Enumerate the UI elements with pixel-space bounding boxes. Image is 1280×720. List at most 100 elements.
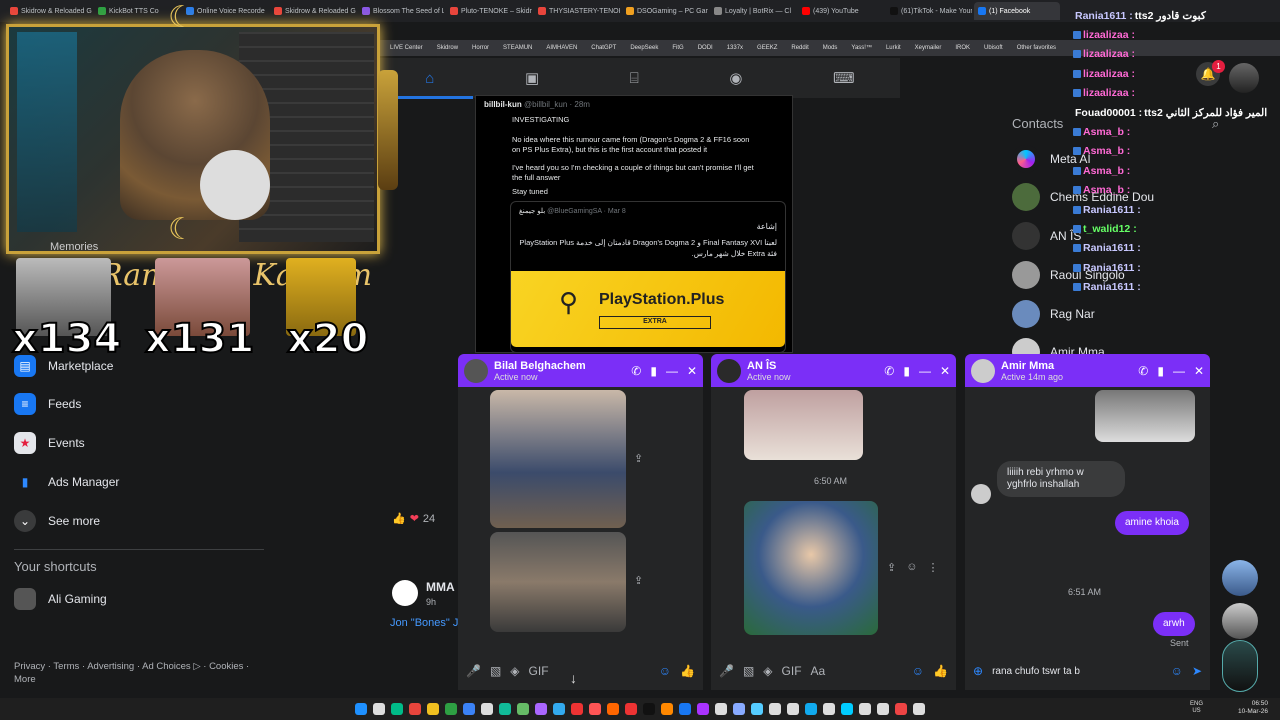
taskbar-app-icon[interactable] xyxy=(787,703,799,715)
taskbar-app-icon[interactable] xyxy=(373,703,385,715)
close-icon[interactable]: ✕ xyxy=(687,364,697,378)
chat-header[interactable]: AN ÎS Active now ✆ ▮ — ✕ xyxy=(711,354,956,387)
bookmark-item[interactable]: Mods xyxy=(823,45,838,51)
chat-head-avatar[interactable] xyxy=(1222,603,1258,639)
share-icon[interactable]: ⇪ xyxy=(887,561,896,574)
bookmark-item[interactable]: Lurkit xyxy=(886,45,901,51)
thumbs-up-icon[interactable]: 👍 xyxy=(680,664,695,678)
chat-photo[interactable] xyxy=(490,532,626,632)
video-icon[interactable]: ▮ xyxy=(903,364,910,378)
taskbar-app-icon[interactable] xyxy=(733,703,745,715)
chat-header[interactable]: Amir Mma Active 14m ago ✆ ▮ — ✕ xyxy=(965,354,1210,387)
send-icon[interactable]: ➤ xyxy=(1192,664,1202,678)
page-avatar[interactable] xyxy=(392,580,418,606)
taskbar-app-icon[interactable] xyxy=(661,703,673,715)
profile-avatar[interactable] xyxy=(1229,63,1259,93)
image-icon[interactable]: ▧ xyxy=(490,664,501,678)
sidebar-item-marketplace[interactable]: ▤ Marketplace xyxy=(14,355,113,377)
bookmark-item[interactable]: DeepSeek xyxy=(630,45,658,51)
emoji-icon[interactable]: ☺ xyxy=(1171,664,1183,678)
browser-tab[interactable]: DSOGaming – PC Gam xyxy=(622,2,708,20)
browser-tab[interactable]: Pluto-TENOKE – Skidro xyxy=(446,2,532,20)
chat-photo[interactable] xyxy=(490,390,626,528)
taskbar-app-icon[interactable] xyxy=(517,703,529,715)
react-icon[interactable]: ☺ xyxy=(906,561,917,574)
taskbar-app-icon[interactable] xyxy=(427,703,439,715)
taskbar-app-icon[interactable] xyxy=(535,703,547,715)
post-author[interactable]: MMA xyxy=(426,580,455,594)
chat-photo[interactable] xyxy=(744,501,878,635)
thumbs-up-icon[interactable]: 👍 xyxy=(933,664,948,678)
sticker-icon[interactable]: ◈ xyxy=(510,664,519,678)
taskbar-app-icon[interactable] xyxy=(463,703,475,715)
taskbar-app-icon[interactable] xyxy=(391,703,403,715)
close-icon[interactable]: ✕ xyxy=(940,364,950,378)
chat-header[interactable]: Bilal Belghachem Active now ✆ ▮ — ✕ xyxy=(458,354,703,387)
contact-item[interactable]: AN ÎS xyxy=(1012,222,1081,250)
taskbar-app-icon[interactable] xyxy=(445,703,457,715)
language-indicator[interactable]: ENG US xyxy=(1190,701,1203,715)
browser-tab[interactable]: Blossom The Seed of L xyxy=(358,2,444,20)
bookmark-item[interactable]: IROK xyxy=(955,45,970,51)
taskbar-app-icon[interactable] xyxy=(625,703,637,715)
taskbar-app-icon[interactable] xyxy=(679,703,691,715)
message-input[interactable]: rana chufo tswr ta b xyxy=(992,666,1162,677)
bookmark-item[interactable]: FitG xyxy=(672,45,683,51)
taskbar-app-icon[interactable] xyxy=(751,703,763,715)
message-input[interactable]: Aa xyxy=(811,664,903,678)
video-icon[interactable]: ▮ xyxy=(1157,364,1164,378)
emoji-icon[interactable]: ☺ xyxy=(659,664,671,678)
browser-tab[interactable]: (439) YouTube xyxy=(798,2,884,20)
bookmark-item[interactable]: Reddit xyxy=(791,45,808,51)
gif-icon[interactable]: GIF xyxy=(529,664,549,678)
shortcut-ali-gaming[interactable]: Ali Gaming xyxy=(14,588,107,610)
bookmark-item[interactable]: Other favorites xyxy=(1017,45,1056,51)
sticker-icon[interactable]: ◈ xyxy=(763,664,772,678)
reels-icon[interactable]: ▣ xyxy=(525,69,539,87)
sidebar-item-ads-manager[interactable]: ▮ Ads Manager xyxy=(14,471,120,493)
share-icon[interactable]: ⇪ xyxy=(634,574,643,587)
footer-links[interactable]: Privacy · Terms · Advertising · Ad Choic… xyxy=(14,660,264,686)
bookmark-item[interactable]: Yass!™ xyxy=(851,45,872,51)
browser-tab[interactable]: THYSIASTERY-TENOKE xyxy=(534,2,620,20)
groups-icon[interactable]: ◉ xyxy=(729,69,742,87)
taskbar-app-icon[interactable] xyxy=(859,703,871,715)
chat-head-avatar[interactable] xyxy=(1222,560,1258,596)
mic-icon[interactable]: 🎤 xyxy=(719,664,734,678)
browser-tab[interactable]: Skidrow & Reloaded G xyxy=(6,2,92,20)
close-icon[interactable]: ✕ xyxy=(1194,364,1204,378)
taskbar-app-icon[interactable] xyxy=(643,703,655,715)
bookmark-item[interactable]: AIMHAVEN xyxy=(546,45,577,51)
taskbar-app-icon[interactable] xyxy=(913,703,925,715)
taskbar-app-icon[interactable] xyxy=(877,703,889,715)
bookmark-item[interactable]: ChatGPT xyxy=(591,45,616,51)
more-icon[interactable]: ⋮ xyxy=(927,561,938,574)
taskbar-app-icon[interactable] xyxy=(841,703,853,715)
browser-tab[interactable]: Skidrow & Reloaded G xyxy=(270,2,356,20)
minimize-icon[interactable]: — xyxy=(1173,364,1185,378)
reaction-summary[interactable]: 👍 ❤ 24 xyxy=(392,512,435,526)
taskbar-app-icon[interactable] xyxy=(895,703,907,715)
chat-photo[interactable] xyxy=(744,390,863,460)
bookmark-item[interactable]: GEEKZ xyxy=(757,45,777,51)
gaming-icon[interactable]: ⌨ xyxy=(833,69,855,87)
taskbar-app-icon[interactable] xyxy=(697,703,709,715)
taskbar-app-icon[interactable] xyxy=(823,703,835,715)
taskbar-app-icon[interactable] xyxy=(805,703,817,715)
home-icon[interactable]: ⌂ xyxy=(425,70,434,87)
bookmark-item[interactable]: DODI xyxy=(698,45,713,51)
bookmark-item[interactable]: 1337x xyxy=(727,45,743,51)
contact-item[interactable]: Rag Nar xyxy=(1012,300,1095,328)
taskbar-app-icon[interactable] xyxy=(409,703,421,715)
chat-photo[interactable] xyxy=(1095,390,1195,442)
taskbar-app-icon[interactable] xyxy=(607,703,619,715)
mic-icon[interactable]: 🎤 xyxy=(466,664,481,678)
taskbar-app-icon[interactable] xyxy=(499,703,511,715)
browser-tab[interactable]: Loyalty | BotRix — Cl xyxy=(710,2,796,20)
marketplace-nav-icon[interactable]: ⌸ xyxy=(630,70,639,87)
bookmark-item[interactable]: LIVE Center xyxy=(390,45,423,51)
taskbar-app-icon[interactable] xyxy=(355,703,367,715)
sidebar-item-feeds[interactable]: ≡ Feeds xyxy=(14,393,81,415)
minimize-icon[interactable]: — xyxy=(666,364,678,378)
phone-icon[interactable]: ✆ xyxy=(884,364,894,378)
